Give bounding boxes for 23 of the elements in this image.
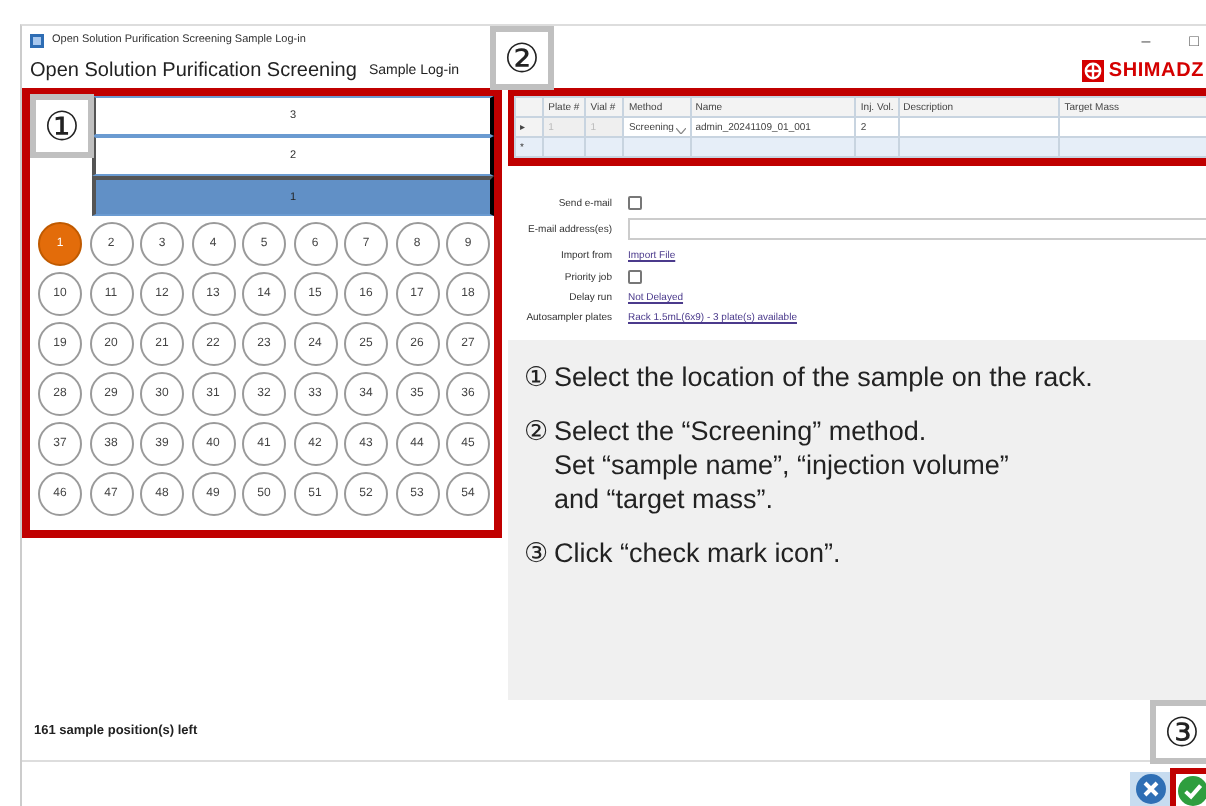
app-icon bbox=[30, 33, 44, 47]
minimize-button[interactable]: – bbox=[1126, 31, 1166, 49]
callout-number: ② bbox=[490, 26, 554, 90]
checkbox[interactable] bbox=[628, 196, 642, 210]
caret-icon bbox=[675, 127, 686, 133]
callout-number: ① bbox=[30, 94, 94, 158]
logo-icon bbox=[1082, 60, 1105, 82]
input-field[interactable] bbox=[628, 218, 1206, 240]
callout-number: ③ bbox=[1150, 700, 1206, 764]
confirm-button[interactable] bbox=[1170, 768, 1206, 806]
app-title: Open Solution Purification Screening bbox=[30, 60, 357, 82]
step-number: ① bbox=[524, 360, 550, 394]
step-number: ③ bbox=[524, 536, 550, 570]
instruction-text: Set “sample name”, “injection volume” bbox=[554, 448, 1009, 482]
instruction-text: Click “check mark icon”. bbox=[554, 536, 841, 570]
brand-logo: SHIMADZ bbox=[1108, 60, 1204, 82]
instruction-text: and “target mass”. bbox=[554, 482, 776, 516]
instruction-text: Select the location of the sample on the rack. bbox=[554, 360, 1093, 394]
step-number: ② bbox=[524, 414, 550, 450]
maximize-button[interactable]: □ bbox=[1174, 31, 1206, 49]
checkbox[interactable] bbox=[628, 270, 642, 284]
instruction-text: Select the “Screening” method. bbox=[554, 414, 929, 448]
cancel-button[interactable] bbox=[1130, 772, 1170, 806]
